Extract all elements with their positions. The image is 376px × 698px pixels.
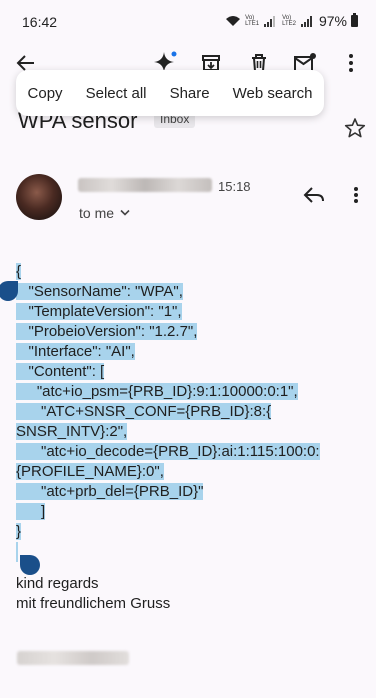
more-vert-icon [349,54,353,72]
battery-percent: 97% [318,13,347,29]
body-line: "SensorName": "WPA", [16,283,183,300]
body-line: SNSR_INTV}:2", [16,423,128,440]
sim1-label: Vo) LTE1 [245,15,260,27]
more-vert-icon [354,187,358,203]
body-line: "Content": [ [16,363,105,380]
body-line: "TemplateVersion": "1", [16,303,182,320]
reply-button[interactable] [300,181,328,209]
body-line: ] [16,503,46,520]
message-more-button[interactable] [342,181,370,209]
recipient-details-toggle[interactable]: to me [79,205,130,221]
selection-end-handle[interactable] [20,555,40,575]
body-line: "ProbeioVersion": "1.2.7", [16,323,198,340]
signal-bars-2-icon [300,15,312,27]
web-search-menu-item[interactable]: Web search [229,79,317,108]
more-options-button[interactable] [337,49,365,77]
body-line: } [16,523,22,540]
email-body-selected-text[interactable]: { "SensorName": "WPA", "TemplateVersion"… [16,262,341,562]
copy-menu-item[interactable]: Copy [24,79,67,108]
closing-line: kind regards [16,575,99,592]
body-line: "Interface": "AI", [16,343,135,360]
chevron-down-icon [120,209,130,216]
sim2-label: Vo) LTE2 [282,15,296,27]
body-line: "atc+io_psm={PRB_ID}:9:1:10000:0:1", [16,383,298,400]
body-line: "ATC+SNSR_CONF={PRB_ID}:8:{ [16,403,272,420]
status-time: 16:42 [22,14,58,30]
sender-time: 15:18 [218,179,251,194]
star-button[interactable] [341,114,369,142]
wifi-icon [226,16,241,26]
share-menu-item[interactable]: Share [166,79,214,108]
battery-icon [351,13,358,27]
body-line: { [16,263,22,280]
status-icons: Vo) LTE1 Vo) LTE2 97% [225,13,358,29]
body-line [16,542,18,562]
body-line: "atc+io_decode={PRB_ID}:ai:1:115:100:0: [16,443,320,460]
signature-redacted [17,651,129,665]
recipient-label: to me [79,205,115,221]
sender-name-redacted [78,178,212,192]
closing-line: mit freundlichem Gruss [16,595,171,612]
sender-avatar[interactable] [16,174,62,220]
email-closing: kind regards mit freundlichem Gruss [16,574,170,614]
body-line: "atc+prb_del={PRB_ID}" [16,483,204,500]
text-selection-menu: Copy Select all Share Web search [16,70,324,116]
signal-bars-1-icon [264,15,276,27]
reply-icon [303,187,324,203]
select-all-menu-item[interactable]: Select all [82,79,151,108]
body-line: {PROFILE_NAME}:0", [16,463,164,480]
star-icon [344,118,366,138]
